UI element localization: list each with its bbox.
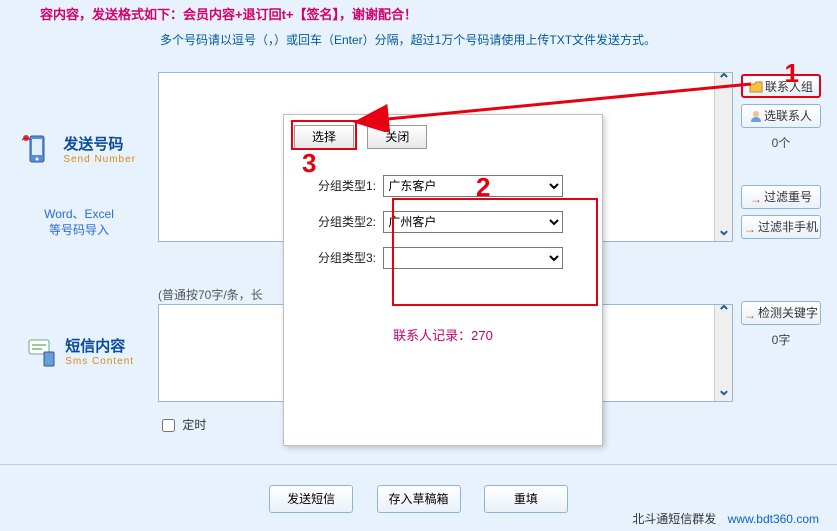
scrollbar[interactable]: ⌃ ⌄ — [714, 73, 732, 241]
footer-brand: 北斗通短信群发 — [632, 512, 716, 526]
scroll-up-icon[interactable]: ⌃ — [716, 306, 732, 322]
scroll-down-icon[interactable]: ⌄ — [716, 384, 732, 400]
separator — [0, 464, 837, 465]
dialog-close-button[interactable]: 关闭 — [367, 125, 427, 149]
char-count: 0字 — [741, 331, 821, 348]
send-sms-button[interactable]: 发送短信 — [269, 485, 353, 513]
annotation-number-1: 1 — [785, 58, 799, 89]
group-type-3-label: 分组类型3: — [318, 251, 376, 265]
folder-icon — [749, 78, 763, 100]
group-type-2-label: 分组类型2: — [318, 215, 376, 229]
footer-url[interactable]: www.bdt360.com — [728, 512, 819, 526]
char-rule-text: (普通按70字/条，长 — [158, 286, 263, 303]
sms-content-label: 短信内容 Sms Content — [14, 334, 144, 368]
unsubscribe-notice: 容内容，发送格式如下：会员内容+退订回t+【签名】，谢谢配合！ — [0, 0, 837, 27]
reset-button[interactable]: 重填 — [484, 485, 568, 513]
timed-checkbox[interactable]: 定时 — [162, 416, 206, 433]
group-type-1-label: 分组类型1: — [318, 179, 376, 193]
select-contact-button[interactable]: 选联系人 — [741, 104, 821, 128]
contact-group-button[interactable]: 联系人组 — [741, 74, 821, 98]
phone-icon — [22, 132, 56, 166]
save-draft-button[interactable]: 存入草稿箱 — [377, 485, 461, 513]
arrow-right-icon: → — [750, 188, 762, 210]
annotation-box — [392, 198, 598, 306]
user-icon — [750, 107, 762, 129]
arrow-right-icon: → — [744, 304, 756, 326]
filter-nonmobile-button[interactable]: →过滤非手机 — [741, 215, 821, 239]
contact-record-count: 联系人记录：270 — [284, 325, 602, 344]
sms-icon — [24, 334, 58, 368]
group-type-1-select[interactable]: 广东客户 — [383, 175, 563, 197]
filter-duplicate-button[interactable]: →过滤重号 — [741, 185, 821, 209]
check-keyword-button[interactable]: →检测关键字 — [741, 301, 821, 325]
annotation-number-2: 2 — [476, 172, 490, 203]
scroll-down-icon[interactable]: ⌄ — [716, 224, 732, 240]
scrollbar[interactable]: ⌃ ⌄ — [714, 305, 732, 401]
number-count: 0个 — [741, 134, 821, 151]
annotation-box — [291, 120, 357, 150]
timed-checkbox-input[interactable] — [162, 419, 175, 432]
scroll-up-icon[interactable]: ⌃ — [716, 74, 732, 90]
arrow-right-icon: → — [744, 218, 756, 240]
footer: 北斗通短信群发 www.bdt360.com — [632, 510, 819, 527]
word-excel-import-link[interactable]: Word、Excel 等号码导入 — [14, 206, 144, 238]
annotation-number-3: 3 — [302, 148, 316, 179]
send-number-label: 发送号码 Send Number Word、Excel 等号码导入 — [14, 132, 144, 238]
